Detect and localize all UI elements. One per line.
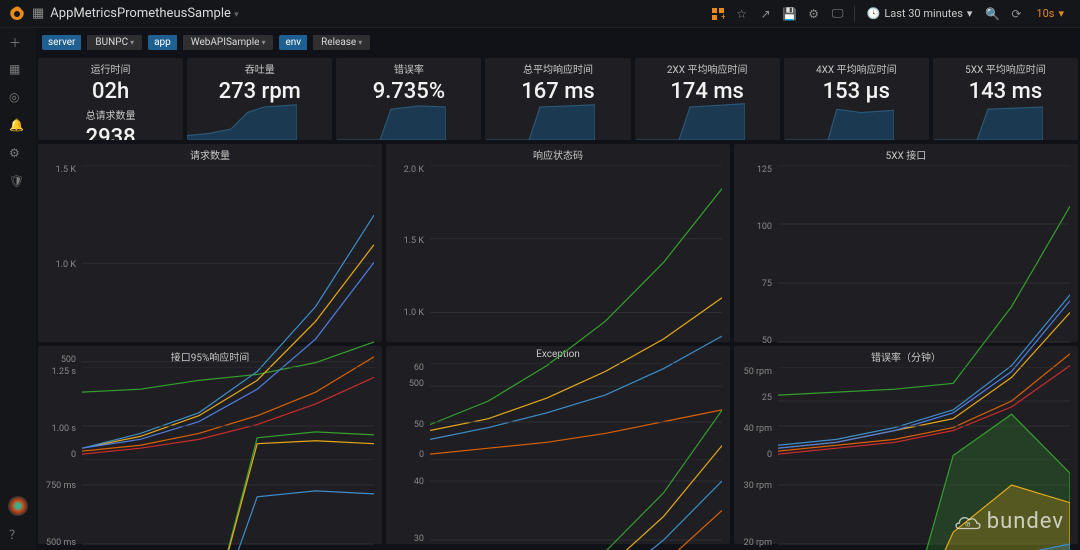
dashboard-title[interactable]: AppMetricsPrometheusSample ▾ (50, 6, 238, 21)
chart-title: 请求数量 (38, 144, 382, 165)
explore-icon[interactable]: ◎ (9, 90, 27, 108)
sparkline-icon (485, 96, 595, 140)
stat-throughput[interactable]: 吞吐量 273 rpm (187, 58, 332, 140)
chart-plot[interactable] (778, 367, 1070, 550)
zoom-out-button[interactable]: 🔍 (980, 3, 1004, 25)
chart-errmin[interactable]: 错误率（分钟） 50 rpm40 rpm30 rpm20 rpm10 rpm0 … (734, 346, 1078, 544)
dashboards-icon[interactable]: ▦ (9, 62, 27, 80)
y-axis: 1.25 s1.00 s750 ms500 ms250 ms0 ns (38, 367, 80, 550)
chart-title: 响应状态码 (386, 144, 730, 165)
sparkline-icon (336, 96, 446, 140)
filter-server-value[interactable]: BUNPC (87, 35, 142, 50)
chart-plot[interactable] (430, 363, 722, 550)
chart-fxx[interactable]: 5XX 接口 1251007550250 13:5514:0014:0514:1… (734, 144, 1078, 342)
stat-runtime-label: 运行时间 (38, 58, 183, 79)
help-icon[interactable]: ？ (9, 526, 27, 544)
refresh-button[interactable]: ⟳ (1004, 3, 1028, 25)
stat-avg4xx[interactable]: 4XX 平均响应时间 153 µs (784, 58, 929, 140)
chart-status[interactable]: 响应状态码 2.0 K1.5 K1.0 K5000 13:5514:0014:0… (386, 144, 730, 342)
configuration-icon[interactable]: ⚙ (9, 146, 27, 164)
add-panel-button[interactable]: + (706, 3, 730, 25)
stat-error-rate[interactable]: 错误率 9.735% (336, 58, 481, 140)
star-button[interactable]: ☆ (730, 3, 754, 25)
stat-avg5xx[interactable]: 5XX 平均响应时间 143 ms (933, 58, 1078, 140)
chart-p95[interactable]: 接口95%响应时间 1.25 s1.00 s750 ms500 ms250 ms… (38, 346, 382, 544)
time-range-button[interactable]: 🕓 Last 30 minutes ▾ (859, 3, 981, 25)
admin-icon[interactable]: 🛡 (9, 174, 27, 192)
grid-icon[interactable]: ▦ (32, 6, 44, 21)
add-icon[interactable]: ＋ (9, 34, 27, 52)
svg-text:+: + (721, 13, 725, 21)
cycle-view-button[interactable]: 🖵 (826, 3, 850, 25)
stat-runtime-value: 02h (38, 79, 183, 104)
stat-runtime-requests[interactable]: 运行时间 02h 总请求数量 2938 (38, 58, 183, 140)
filter-server-label: server (42, 35, 81, 50)
filter-app-label: app (148, 35, 177, 50)
main: server BUNPC app WebAPISample env Releas… (36, 28, 1080, 550)
stat-avg2xx[interactable]: 2XX 平均响应时间 174 ms (635, 58, 780, 140)
stat-avg[interactable]: 总平均响应时间 167 ms (485, 58, 630, 140)
chart-title: 5XX 接口 (734, 144, 1078, 165)
grafana-logo-icon (8, 5, 26, 23)
chart-requests[interactable]: 请求数量 1.5 K1.0 K5000 13:5514:0014:0514:10… (38, 144, 382, 342)
sidebar: ＋ ▦ ◎ 🔔 ⚙ 🛡 ？ (0, 28, 36, 550)
topbar: ▦ AppMetricsPrometheusSample ▾ + ☆ ↗ 💾 ⚙… (0, 0, 1080, 28)
alerting-icon[interactable]: 🔔 (9, 118, 27, 136)
sparkline-icon (784, 96, 894, 140)
refresh-interval-button[interactable]: 10s ▾ (1028, 3, 1072, 25)
sparkline-icon (933, 96, 1043, 140)
chart-plot[interactable] (82, 367, 374, 550)
y-axis: 50 rpm40 rpm30 rpm20 rpm10 rpm0 rpm (734, 367, 776, 550)
filter-env-value[interactable]: Release (313, 35, 370, 50)
y-axis: 605040302010 (386, 363, 428, 550)
filter-app-value[interactable]: WebAPISample (183, 35, 274, 50)
save-button[interactable]: 💾 (778, 3, 802, 25)
chart-exception[interactable]: Exception 605040302010 13:5514:0014:0514… (386, 346, 730, 544)
user-avatar[interactable] (8, 496, 28, 516)
filter-env-label: env (279, 35, 307, 50)
stat-requests-label: 总请求数量 (38, 104, 183, 125)
sparkline-icon (187, 96, 297, 140)
settings-button[interactable]: ⚙ (802, 3, 826, 25)
share-button[interactable]: ↗ (754, 3, 778, 25)
variable-filters: server BUNPC app WebAPISample env Releas… (36, 30, 1080, 54)
sparkline-icon (635, 96, 745, 140)
stat-requests-value: 2938 (38, 125, 183, 140)
